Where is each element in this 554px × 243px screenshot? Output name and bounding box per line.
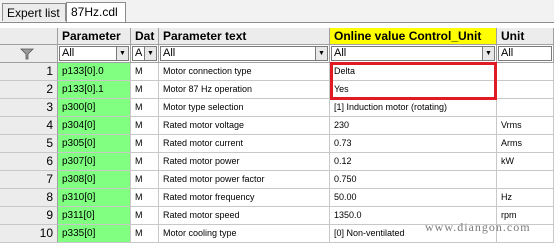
parameter-cell[interactable]: p307[0]: [58, 153, 131, 171]
table-row[interactable]: 4 p304[0] M Rated motor voltage 230 Vrms: [0, 117, 554, 135]
header-parameter-text[interactable]: Parameter text: [159, 28, 330, 45]
chevron-down-icon[interactable]: ▼: [482, 47, 494, 60]
row-index: 8: [0, 189, 58, 207]
table-row[interactable]: 8 p310[0] M Rated motor frequency 50.00 …: [0, 189, 554, 207]
filter-value: All: [501, 47, 514, 59]
chevron-down-icon[interactable]: ▼: [116, 47, 128, 60]
watermark: www.diangon.com: [425, 220, 531, 234]
row-index: 10: [0, 225, 58, 243]
parameter-cell[interactable]: p300[0]: [58, 99, 131, 117]
expert-list-grid: Parameter Dat Parameter text Online valu…: [0, 28, 554, 243]
data-cell: M: [131, 63, 159, 81]
row-index: 4: [0, 117, 58, 135]
highlight-box: [330, 62, 497, 100]
data-cell: M: [131, 99, 159, 117]
filter-value: All: [163, 47, 176, 59]
unit-cell: Hz: [497, 189, 554, 207]
online-value-cell[interactable]: 50.00: [330, 189, 497, 207]
header-index: [0, 28, 58, 45]
parameter-text-cell: Rated motor power: [159, 153, 330, 171]
table-row[interactable]: 3 p300[0] M Motor type selection [1] Ind…: [0, 99, 554, 117]
unit-cell: Vrms: [497, 117, 554, 135]
row-index: 1: [0, 63, 58, 81]
parameter-cell[interactable]: p133[0].1: [58, 81, 131, 99]
filter-value: A: [135, 47, 143, 59]
filter-value: All: [62, 47, 75, 59]
funnel-icon[interactable]: [20, 48, 34, 60]
tab-label: 87Hz.cdl: [71, 5, 118, 19]
data-cell: M: [131, 225, 159, 243]
table-row[interactable]: 5 p305[0] M Rated motor current 0.73 Arm…: [0, 135, 554, 153]
parameter-cell[interactable]: p133[0].0: [58, 63, 131, 81]
parameter-text-cell: Rated motor voltage: [159, 117, 330, 135]
unit-cell: Arms: [497, 135, 554, 153]
parameter-text-cell: Rated motor current: [159, 135, 330, 153]
online-value-cell[interactable]: 230: [330, 117, 497, 135]
row-index: 6: [0, 153, 58, 171]
parameter-cell[interactable]: p308[0]: [58, 171, 131, 189]
tab-expert-list[interactable]: Expert list: [2, 3, 66, 21]
tab-87hz-cdl[interactable]: 87Hz.cdl: [66, 2, 126, 22]
header-parameter[interactable]: Parameter: [58, 28, 131, 45]
filter-parameter[interactable]: All ▼: [58, 45, 131, 63]
unit-cell: [497, 99, 554, 117]
online-value-cell[interactable]: 0.750: [330, 171, 497, 189]
chevron-down-icon[interactable]: ▼: [144, 47, 156, 60]
online-value-cell[interactable]: 0.73: [330, 135, 497, 153]
filter-row: All ▼ A ▼ All ▼ All ▼ All: [0, 45, 554, 63]
online-value-cell[interactable]: [1] Induction motor (rotating): [330, 99, 497, 117]
tab-strip: Expert list 87Hz.cdl: [0, 0, 554, 23]
online-value-cell[interactable]: 0.12: [330, 153, 497, 171]
filter-cell-index: [0, 45, 58, 63]
data-cell: M: [131, 135, 159, 153]
parameter-cell[interactable]: p335[0]: [58, 225, 131, 243]
data-cell: M: [131, 153, 159, 171]
filter-parameter-text[interactable]: All ▼: [159, 45, 330, 63]
header-online-value[interactable]: Online value Control_Unit: [330, 28, 497, 45]
table-row[interactable]: 6 p307[0] M Rated motor power 0.12 kW: [0, 153, 554, 171]
unit-cell: [497, 63, 554, 81]
row-index: 9: [0, 207, 58, 225]
data-cell: M: [131, 189, 159, 207]
parameter-text-cell: Motor cooling type: [159, 225, 330, 243]
tab-label: Expert list: [7, 6, 60, 20]
row-index: 2: [0, 81, 58, 99]
data-cell: M: [131, 207, 159, 225]
parameter-cell[interactable]: p305[0]: [58, 135, 131, 153]
data-cell: M: [131, 117, 159, 135]
parameter-text-cell: Rated motor frequency: [159, 189, 330, 207]
header-data[interactable]: Dat: [131, 28, 159, 45]
filter-online-value[interactable]: All ▼: [330, 45, 497, 63]
parameter-cell[interactable]: p310[0]: [58, 189, 131, 207]
filter-unit[interactable]: All: [497, 45, 554, 63]
chevron-down-icon[interactable]: ▼: [315, 47, 327, 60]
parameter-text-cell: Rated motor speed: [159, 207, 330, 225]
data-cell: M: [131, 171, 159, 189]
parameter-text-cell: Rated motor power factor: [159, 171, 330, 189]
parameter-cell[interactable]: p304[0]: [58, 117, 131, 135]
header-unit[interactable]: Unit: [497, 28, 554, 45]
filter-data[interactable]: A ▼: [131, 45, 159, 63]
table-row[interactable]: 7 p308[0] M Rated motor power factor 0.7…: [0, 171, 554, 189]
unit-cell: kW: [497, 153, 554, 171]
data-cell: M: [131, 81, 159, 99]
parameter-text-cell: Motor type selection: [159, 99, 330, 117]
parameter-cell[interactable]: p311[0]: [58, 207, 131, 225]
filter-value: All: [334, 47, 347, 59]
row-index: 3: [0, 99, 58, 117]
unit-cell: [497, 81, 554, 99]
row-index: 7: [0, 171, 58, 189]
parameter-text-cell: Motor connection type: [159, 63, 330, 81]
parameter-text-cell: Motor 87 Hz operation: [159, 81, 330, 99]
row-index: 5: [0, 135, 58, 153]
unit-cell: [497, 171, 554, 189]
